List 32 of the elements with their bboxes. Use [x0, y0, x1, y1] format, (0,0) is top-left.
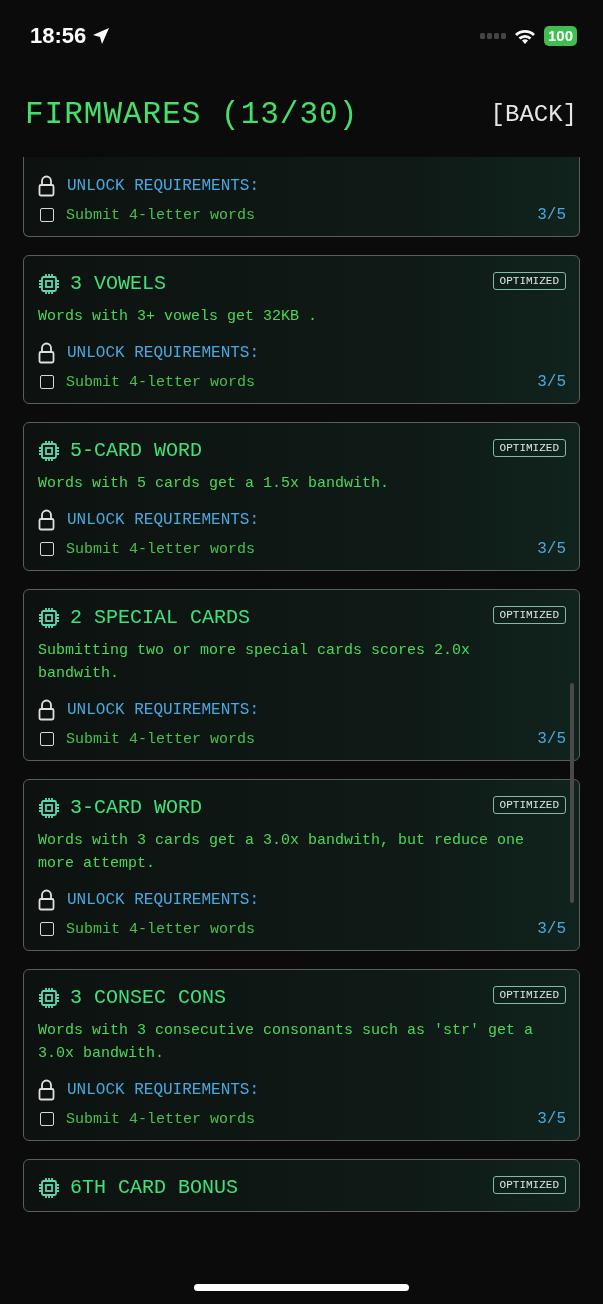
firmware-title: 3 VOWELS [70, 272, 166, 295]
battery-level: 100 [543, 26, 577, 46]
optimized-badge: OPTIMIZED [492, 1176, 566, 1194]
page-title: FIRMWARES (13/30) [25, 97, 359, 132]
firmware-description: Words with 5 cards get a 1.5x bandwith. [38, 474, 391, 494]
firmware-description: Words with 3 consecutive consonants such as 'str' get a 3.0x bandwith. [38, 1021, 535, 1064]
requirements-label: UNLOCK REQUIREMENTS: [67, 891, 260, 909]
requirement-text: Submit 4-letter words [66, 540, 256, 558]
requirement-text: Submit 4-letter words [66, 920, 256, 938]
clock-time: 18:56 [30, 23, 87, 49]
firmware-title: 5-CARD WORD [70, 439, 203, 462]
requirements-label: UNLOCK REQUIREMENTS: [67, 344, 260, 362]
requirements-label: UNLOCK REQUIREMENTS: [67, 511, 260, 529]
optimized-badge: OPTIMIZED [492, 796, 566, 814]
firmware-title: 3-CARD WORD [70, 796, 203, 819]
firmware-description: Submitting two or more special cards scores 2.0x bandwith. [38, 641, 472, 684]
optimized-badge: OPTIMIZED [492, 272, 566, 290]
requirement-text: Submit 4-letter words [66, 206, 256, 224]
firmware-title: 2 SPECIAL CARDS [70, 606, 251, 629]
requirements-label: UNLOCK REQUIREMENTS: [67, 1081, 260, 1099]
firmware-title: 3 CONSEC CONS [70, 986, 227, 1009]
firmware-description: Words with 3+ vowels get 32KB . [38, 307, 319, 327]
optimized-badge: OPTIMIZED [492, 606, 566, 624]
optimized-badge: OPTIMIZED [492, 439, 566, 457]
optimized-badge: OPTIMIZED [492, 986, 566, 1004]
requirements-label: UNLOCK REQUIREMENTS: [67, 701, 260, 719]
firmware-title: 6TH CARD BONUS [70, 1176, 239, 1199]
requirement-text: Submit 4-letter words [66, 1110, 256, 1128]
firmware-description: Words with 3 cards get a 3.0x bandwith, but reduce one more attempt. [38, 831, 526, 874]
requirements-label: UNLOCK REQUIREMENTS: [67, 177, 260, 195]
requirement-text: Submit 4-letter words [66, 730, 256, 748]
requirement-text: Submit 4-letter words [66, 373, 256, 391]
